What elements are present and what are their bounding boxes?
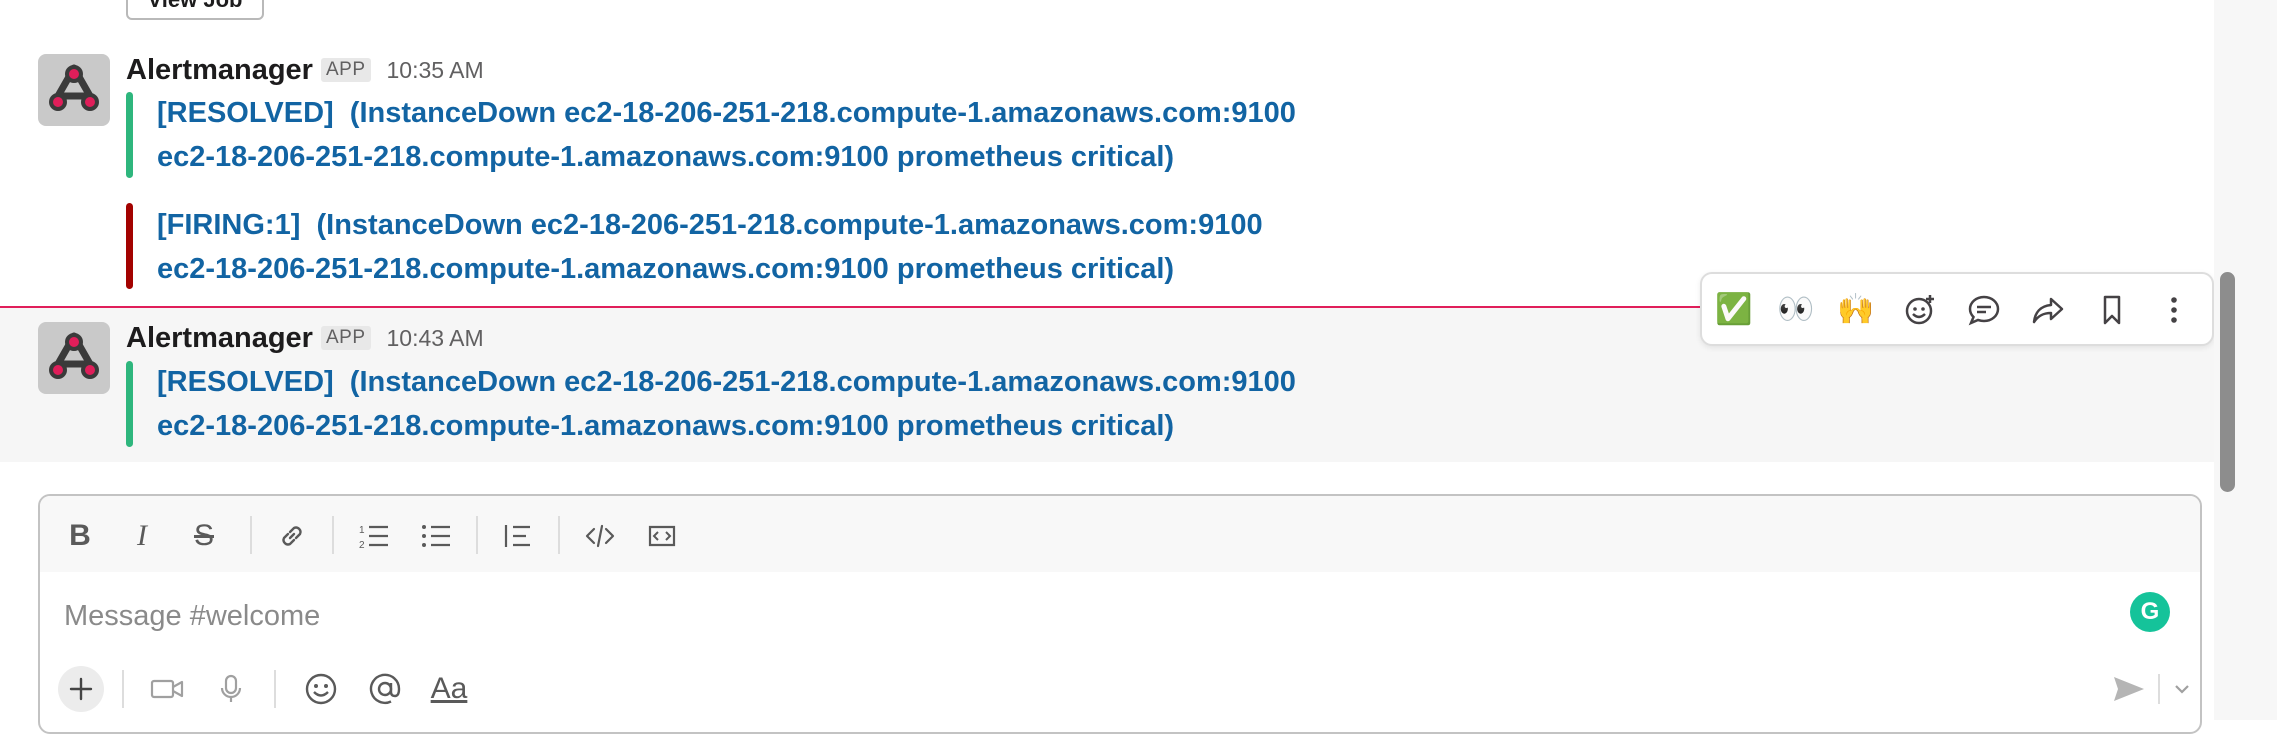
- plus-icon: [69, 677, 93, 701]
- app-badge: APP: [320, 326, 371, 350]
- add-reaction-icon: [1905, 295, 1934, 325]
- bold-icon: B: [69, 519, 91, 552]
- scrollbar-thumb[interactable]: [2220, 272, 2235, 492]
- react-white-check-mark-button[interactable]: ✅: [1714, 290, 1754, 330]
- send-options-chevron-icon: [2175, 685, 2189, 694]
- toolbar-divider: [274, 670, 276, 708]
- reply-in-thread-icon: [1968, 295, 2000, 326]
- alert-attachment-link[interactable]: [RESOLVED] (InstanceDown ec2-18-206-251-…: [157, 360, 1296, 448]
- view-job-button[interactable]: View Job: [126, 0, 264, 20]
- alertmanager-webhook-icon: [49, 64, 99, 111]
- svg-text:1: 1: [359, 525, 365, 536]
- bookmark-icon: [2103, 295, 2121, 325]
- firing-color-bar: [126, 203, 133, 289]
- strikethrough-button[interactable]: S: [182, 516, 226, 556]
- blockquote-icon: [504, 525, 530, 547]
- share-icon: [2032, 297, 2064, 324]
- timestamp[interactable]: 10:43 AM: [387, 325, 484, 352]
- more-actions-button[interactable]: [2154, 290, 2194, 330]
- toolbar-divider: [476, 516, 478, 554]
- message-actions-toolbar: ✅ 👀 🙌: [1700, 272, 2214, 346]
- avatar[interactable]: [38, 322, 110, 394]
- new-messages-divider: [0, 306, 1700, 308]
- video-clip-button[interactable]: [144, 666, 190, 712]
- mention-button[interactable]: [362, 666, 408, 712]
- raised-hands-emoji: 🙌: [1837, 293, 1875, 326]
- alert-attachment-link[interactable]: [RESOLVED] (InstanceDown ec2-18-206-251-…: [157, 91, 1296, 179]
- react-raised-hands-button[interactable]: 🙌: [1836, 290, 1876, 330]
- code-button[interactable]: [578, 516, 622, 556]
- reply-in-thread-button[interactable]: [1964, 290, 2004, 330]
- resolved-color-bar: [126, 361, 133, 447]
- eyes-emoji: 👀: [1777, 293, 1815, 326]
- blockquote-button[interactable]: [496, 516, 540, 556]
- grammarly-icon: G: [2140, 598, 2160, 625]
- white-check-mark-emoji: ✅: [1715, 293, 1753, 326]
- send-options-button[interactable]: [2164, 666, 2200, 712]
- alert-title-line[interactable]: ec2-18-206-251-218.compute-1.amazonaws.c…: [157, 253, 1174, 285]
- link-icon: [282, 526, 302, 546]
- video-icon: [150, 679, 184, 699]
- app-badge: APP: [320, 58, 371, 82]
- toolbar-divider: [558, 516, 560, 554]
- more-actions-icon: [2171, 297, 2177, 323]
- ordered-list-button[interactable]: 12: [352, 516, 396, 556]
- bulleted-list-icon: [422, 525, 450, 547]
- emoji-icon: [305, 673, 337, 705]
- italic-button[interactable]: I: [120, 516, 164, 556]
- alert-title-line[interactable]: [RESOLVED] (InstanceDown ec2-18-206-251-…: [157, 366, 1296, 398]
- audio-clip-button[interactable]: [208, 666, 254, 712]
- save-for-later-button[interactable]: [2092, 290, 2132, 330]
- alertmanager-webhook-icon: [49, 332, 99, 379]
- react-eyes-button[interactable]: 👀: [1776, 290, 1816, 330]
- toolbar-divider: [250, 516, 252, 554]
- code-block-icon: [648, 525, 676, 547]
- toolbar-divider: [122, 670, 124, 708]
- alert-title-line[interactable]: ec2-18-206-251-218.compute-1.amazonaws.c…: [157, 410, 1174, 442]
- emoji-button[interactable]: [298, 666, 344, 712]
- formatting-toggle-icon: Aa: [430, 672, 468, 705]
- sender-name[interactable]: Alertmanager: [126, 54, 313, 87]
- alert-attachment-link[interactable]: [FIRING:1] (InstanceDown ec2-18-206-251-…: [157, 203, 1263, 291]
- message-input[interactable]: [64, 592, 2064, 640]
- mention-icon: [369, 673, 401, 705]
- link-button[interactable]: [270, 516, 314, 556]
- svg-text:2: 2: [359, 540, 365, 551]
- bulleted-list-button[interactable]: [414, 516, 458, 556]
- code-icon: [585, 524, 615, 548]
- alert-title-line[interactable]: [FIRING:1] (InstanceDown ec2-18-206-251-…: [157, 209, 1263, 241]
- ordered-list-icon: 12: [359, 525, 388, 551]
- alert-title-line[interactable]: [RESOLVED] (InstanceDown ec2-18-206-251-…: [157, 97, 1296, 129]
- send-button[interactable]: [2106, 666, 2152, 712]
- attach-plus-button[interactable]: [58, 666, 104, 712]
- send-icon: [2114, 677, 2144, 701]
- code-block-button[interactable]: [640, 516, 684, 556]
- avatar[interactable]: [38, 54, 110, 126]
- formatting-toolbar: B I S 12: [40, 496, 2200, 572]
- toolbar-divider: [332, 516, 334, 554]
- strikethrough-icon: S: [193, 519, 214, 552]
- toolbar-divider: [2158, 674, 2160, 704]
- alert-title-line[interactable]: ec2-18-206-251-218.compute-1.amazonaws.c…: [157, 141, 1174, 173]
- italic-icon: I: [137, 519, 147, 552]
- microphone-icon: [220, 674, 242, 702]
- grammarly-button[interactable]: G: [2130, 592, 2170, 632]
- message-composer: B I S 12 G: [38, 494, 2202, 734]
- bold-button[interactable]: B: [58, 516, 102, 556]
- timestamp[interactable]: 10:35 AM: [387, 57, 484, 84]
- formatting-toggle-button[interactable]: Aa: [426, 666, 472, 712]
- share-message-button[interactable]: [2028, 290, 2068, 330]
- resolved-color-bar: [126, 92, 133, 178]
- sender-name[interactable]: Alertmanager: [126, 322, 313, 355]
- add-reaction-button[interactable]: [1900, 290, 1940, 330]
